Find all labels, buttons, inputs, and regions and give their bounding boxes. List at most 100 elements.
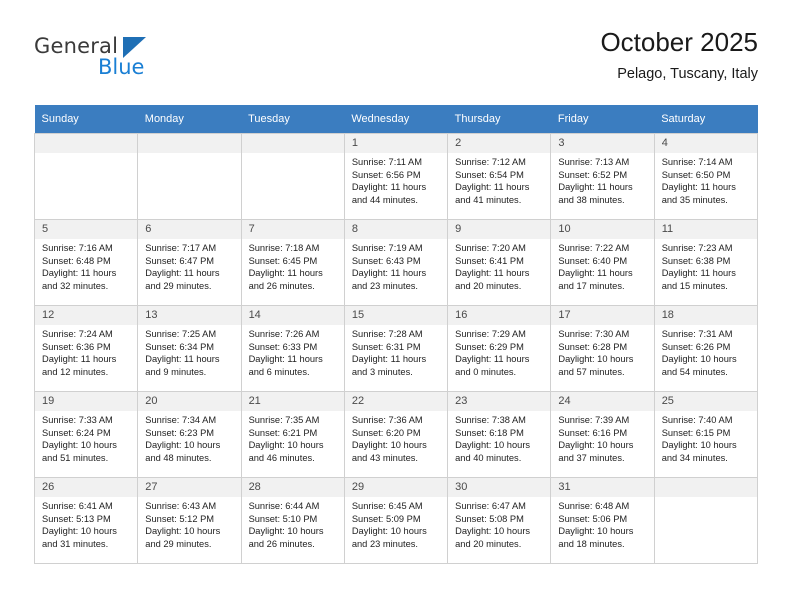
sunrise-text: Sunrise: 7:24 AM	[42, 329, 113, 339]
calendar-day-cell[interactable]: 10 Sunrise: 7:22 AM Sunset: 6:40 PM Dayligh…	[550, 219, 655, 306]
day-number: 25	[654, 392, 757, 411]
daylight-text-line2: and 29 minutes.	[145, 538, 212, 549]
calendar-day-cell[interactable]: 21 Sunrise: 7:35 AM Sunset: 6:21 PM Dayligh…	[240, 391, 345, 478]
day-number	[654, 478, 757, 497]
daylight-text-line2: and 38 minutes.	[558, 194, 625, 205]
calendar-day-cell-empty	[240, 133, 345, 220]
calendar-day-cell[interactable]: 28 Sunrise: 6:44 AM Sunset: 5:10 PM Dayligh…	[240, 477, 345, 564]
calendar-day-cell[interactable]: 18 Sunrise: 7:31 AM Sunset: 6:26 PM Dayligh…	[653, 305, 759, 392]
calendar-day-cell[interactable]: 26 Sunrise: 6:41 AM Sunset: 5:13 PM Dayligh…	[33, 477, 139, 564]
day-cell-inner: 19 Sunrise: 7:33 AM Sunset: 6:24 PM Dayligh…	[35, 392, 138, 477]
sunrise-sunset-calendar: Sunday Monday Tuesday Wednesday Thursday…	[33, 105, 759, 564]
calendar-day-cell[interactable]: 1 Sunrise: 7:11 AM Sunset: 6:56 PM Daylight…	[343, 133, 449, 220]
day-number: 24	[551, 392, 654, 411]
daylight-text-line2: and 54 minutes.	[661, 366, 728, 377]
calendar-day-cell-empty	[653, 477, 759, 564]
calendar-day-cell[interactable]: 25 Sunrise: 7:40 AM Sunset: 6:15 PM Dayligh…	[653, 391, 759, 478]
sunset-text: Sunset: 6:56 PM	[351, 169, 421, 180]
sunset-text: Sunset: 6:40 PM	[558, 255, 628, 266]
calendar-day-cell[interactable]: 13 Sunrise: 7:25 AM Sunset: 6:34 PM Dayligh…	[137, 305, 242, 392]
daylight-text-line2: and 43 minutes.	[351, 452, 418, 463]
calendar-day-cell[interactable]: 27 Sunrise: 6:43 AM Sunset: 5:12 PM Dayligh…	[137, 477, 242, 564]
daylight-text-line1: Daylight: 10 hours	[145, 526, 221, 537]
calendar-day-cell[interactable]: 5 Sunrise: 7:16 AM Sunset: 6:48 PM Daylight…	[33, 219, 139, 306]
day-number: 8	[344, 220, 448, 239]
calendar-day-cell[interactable]: 15 Sunrise: 7:28 AM Sunset: 6:31 PM Dayligh…	[343, 305, 449, 392]
day-number: 5	[35, 220, 138, 239]
day-sun-info: Sunrise: 7:28 AM Sunset: 6:31 PM Daylight:…	[345, 325, 447, 378]
calendar-day-cell[interactable]: 24 Sunrise: 7:39 AM Sunset: 6:16 PM Dayligh…	[550, 391, 655, 478]
calendar-week-row: 5 Sunrise: 7:16 AM Sunset: 6:48 PM Daylight…	[33, 219, 759, 306]
calendar-day-cell[interactable]: 6 Sunrise: 7:17 AM Sunset: 6:47 PM Daylight…	[137, 219, 242, 306]
day-cell-inner: 26 Sunrise: 6:41 AM Sunset: 5:13 PM Dayligh…	[35, 478, 138, 563]
sunrise-text: Sunrise: 6:41 AM	[42, 501, 113, 511]
calendar-day-cell[interactable]: 3 Sunrise: 7:13 AM Sunset: 6:52 PM Daylight…	[550, 133, 655, 220]
weekday-header-tuesday: Tuesday	[241, 105, 345, 134]
daylight-text-line1: Daylight: 11 hours	[145, 354, 220, 365]
sunset-text: Sunset: 6:54 PM	[455, 169, 524, 180]
day-cell-inner: 10 Sunrise: 7:22 AM Sunset: 6:40 PM Dayligh…	[551, 220, 654, 305]
calendar-day-cell[interactable]: 29 Sunrise: 6:45 AM Sunset: 5:09 PM Dayligh…	[343, 477, 449, 564]
weekday-header-saturday: Saturday	[654, 105, 758, 134]
sunrise-text: Sunrise: 6:45 AM	[351, 501, 423, 511]
day-sun-info: Sunrise: 6:44 AM Sunset: 5:10 PM Daylight:…	[242, 497, 344, 550]
sunrise-text: Sunrise: 7:34 AM	[145, 415, 217, 425]
sunset-text: Sunset: 6:47 PM	[145, 255, 215, 266]
day-number: 21	[241, 392, 344, 411]
calendar-day-cell[interactable]: 19 Sunrise: 7:33 AM Sunset: 6:24 PM Dayligh…	[33, 391, 139, 478]
calendar-day-cell[interactable]: 22 Sunrise: 7:36 AM Sunset: 6:20 PM Dayligh…	[343, 391, 449, 478]
sunrise-text: Sunrise: 6:44 AM	[248, 501, 320, 511]
calendar-day-cell[interactable]: 30 Sunrise: 6:47 AM Sunset: 5:08 PM Dayligh…	[447, 477, 552, 564]
daylight-text-line1: Daylight: 10 hours	[351, 526, 427, 537]
daylight-text-line2: and 23 minutes.	[351, 280, 418, 291]
day-sun-info: Sunrise: 7:38 AM Sunset: 6:18 PM Daylight:…	[448, 411, 550, 464]
calendar-day-cell[interactable]: 16 Sunrise: 7:29 AM Sunset: 6:29 PM Dayligh…	[447, 305, 552, 392]
weekday-header-wednesday: Wednesday	[344, 105, 448, 134]
calendar-day-cell[interactable]: 20 Sunrise: 7:34 AM Sunset: 6:23 PM Dayligh…	[137, 391, 242, 478]
day-number	[241, 134, 344, 153]
daylight-text-line1: Daylight: 10 hours	[661, 440, 737, 451]
calendar-day-cell[interactable]: 9 Sunrise: 7:20 AM Sunset: 6:41 PM Daylight…	[447, 219, 552, 306]
day-number: 16	[448, 306, 551, 325]
calendar-week-row: 26 Sunrise: 6:41 AM Sunset: 5:13 PM Dayligh…	[33, 477, 759, 564]
day-sun-info: Sunrise: 7:13 AM Sunset: 6:52 PM Daylight:…	[551, 153, 653, 206]
daylight-text-line2: and 26 minutes.	[248, 280, 315, 291]
weekday-header-friday: Friday	[550, 105, 655, 134]
calendar-day-cell[interactable]: 7 Sunrise: 7:18 AM Sunset: 6:45 PM Daylight…	[240, 219, 345, 306]
calendar-day-cell[interactable]: 4 Sunrise: 7:14 AM Sunset: 6:50 PM Daylight…	[653, 133, 759, 220]
daylight-text-line1: Daylight: 10 hours	[351, 440, 427, 451]
daylight-text-line2: and 6 minutes.	[248, 366, 310, 377]
day-cell-inner: 2 Sunrise: 7:12 AM Sunset: 6:54 PM Daylight…	[448, 134, 551, 219]
calendar-day-cell[interactable]: 11 Sunrise: 7:23 AM Sunset: 6:38 PM Dayligh…	[653, 219, 759, 306]
day-cell-inner: 14 Sunrise: 7:26 AM Sunset: 6:33 PM Dayligh…	[241, 306, 344, 391]
day-number: 23	[448, 392, 551, 411]
title-block: October 2025 Pelago, Tuscany, Italy	[600, 26, 758, 84]
day-number: 15	[344, 306, 448, 325]
sunrise-text: Sunrise: 7:39 AM	[558, 415, 630, 425]
calendar-day-cell[interactable]: 31 Sunrise: 6:48 AM Sunset: 5:06 PM Dayligh…	[550, 477, 655, 564]
sunrise-text: Sunrise: 7:31 AM	[661, 329, 733, 339]
calendar-day-cell[interactable]: 12 Sunrise: 7:24 AM Sunset: 6:36 PM Dayligh…	[33, 305, 139, 392]
day-cell-inner: 3 Sunrise: 7:13 AM Sunset: 6:52 PM Daylight…	[551, 134, 654, 219]
day-sun-info: Sunrise: 7:39 AM Sunset: 6:16 PM Daylight:…	[551, 411, 653, 464]
day-cell-inner: 11 Sunrise: 7:23 AM Sunset: 6:38 PM Dayligh…	[654, 220, 757, 305]
daylight-text-line1: Daylight: 10 hours	[558, 440, 634, 451]
day-cell-inner	[35, 134, 138, 219]
calendar-day-cell[interactable]: 17 Sunrise: 7:30 AM Sunset: 6:28 PM Dayligh…	[550, 305, 655, 392]
calendar-day-cell[interactable]: 2 Sunrise: 7:12 AM Sunset: 6:54 PM Daylight…	[447, 133, 552, 220]
sunset-text: Sunset: 6:21 PM	[248, 427, 318, 438]
calendar-day-cell[interactable]: 8 Sunrise: 7:19 AM Sunset: 6:43 PM Daylight…	[343, 219, 449, 306]
day-sun-info: Sunrise: 7:34 AM Sunset: 6:23 PM Daylight:…	[138, 411, 240, 464]
daylight-text-line1: Daylight: 10 hours	[661, 354, 737, 365]
day-sun-info: Sunrise: 7:40 AM Sunset: 6:15 PM Daylight:…	[655, 411, 757, 464]
sunrise-text: Sunrise: 7:36 AM	[351, 415, 423, 425]
daylight-text-line1: Daylight: 11 hours	[661, 268, 736, 279]
day-cell-inner	[138, 134, 241, 219]
calendar-day-cell[interactable]: 23 Sunrise: 7:38 AM Sunset: 6:18 PM Dayligh…	[447, 391, 552, 478]
daylight-text-line1: Daylight: 10 hours	[248, 526, 324, 537]
calendar-day-cell[interactable]: 14 Sunrise: 7:26 AM Sunset: 6:33 PM Dayligh…	[240, 305, 345, 392]
general-blue-logo[interactable]: General Blue	[34, 34, 234, 90]
daylight-text-line2: and 48 minutes.	[145, 452, 212, 463]
daylight-text-line1: Daylight: 11 hours	[351, 354, 427, 365]
sunrise-text: Sunrise: 7:16 AM	[42, 243, 113, 253]
